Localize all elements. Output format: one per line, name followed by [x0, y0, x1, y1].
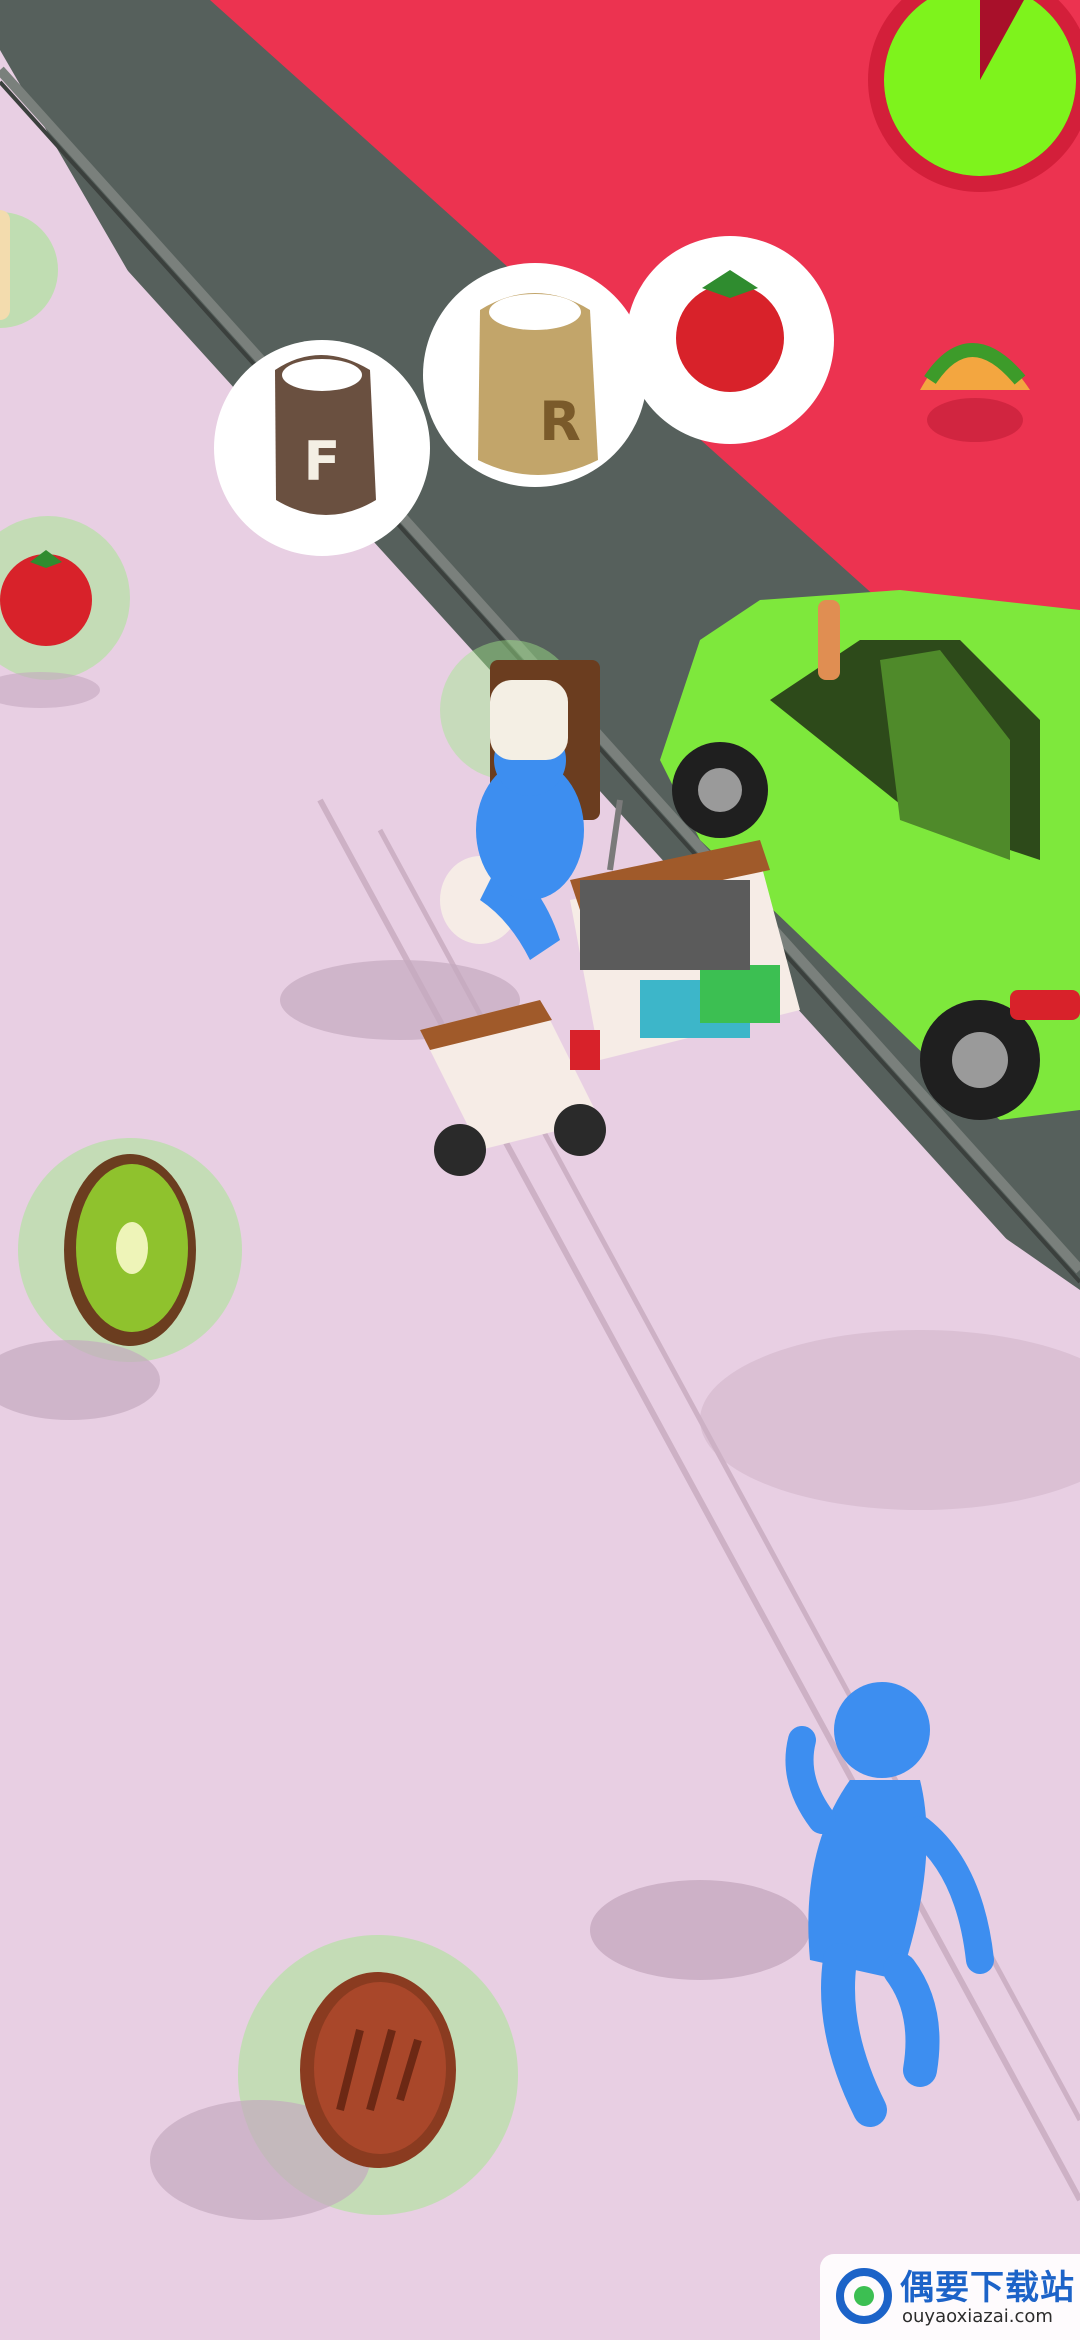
game-scene: F R — [0, 0, 1080, 2340]
order-letter-f: F — [304, 430, 341, 493]
watermark-title: 偶要下载站 — [900, 2268, 1075, 2308]
order-bubble-flour: F — [214, 340, 430, 556]
watermark-url: ouyaoxiazai.com — [902, 2306, 1053, 2327]
order-letter-r: R — [539, 390, 581, 453]
order-timer — [860, 0, 1080, 200]
order-bubble-tomato — [626, 236, 834, 444]
order-bubble-rice: R — [423, 263, 647, 487]
watermark: 偶要下载站 ouyaoxiazai.com — [820, 2254, 1080, 2340]
watermark-logo-icon — [836, 2268, 892, 2324]
